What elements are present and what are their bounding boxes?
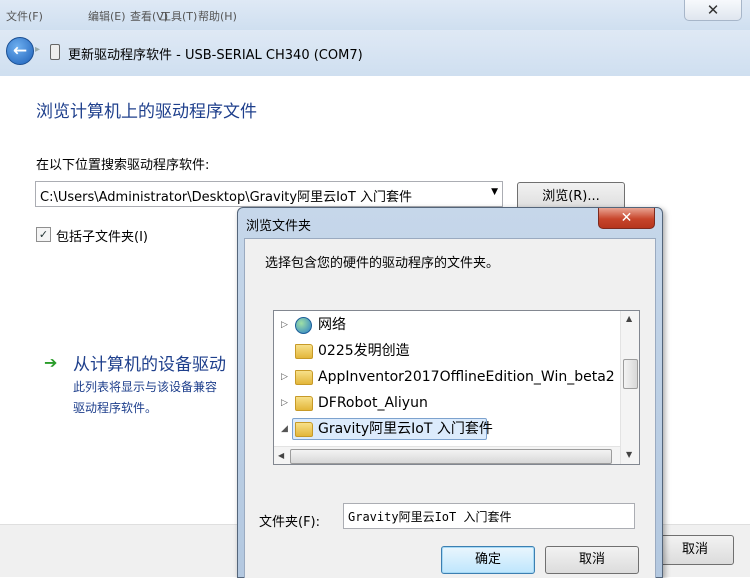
folder-icon	[295, 370, 313, 385]
dialog-body: 选择包含您的硬件的驱动程序的文件夹。 ▷ 网络 0225发明创造 ▷ AppIn…	[244, 238, 656, 578]
folder-icon	[295, 344, 313, 359]
dialog-title: 浏览文件夹	[246, 219, 312, 234]
pick-description-line-1: 此列表将显示与该设备兼容	[73, 380, 218, 394]
expand-arrow-icon[interactable]: ▷	[281, 314, 288, 336]
expand-arrow-icon[interactable]: ▷	[281, 366, 288, 388]
close-icon[interactable]: ✕	[684, 0, 742, 21]
tree-node-label: Gravity阿里云IoT 入门套件	[318, 421, 493, 437]
dialog-close-icon[interactable]: ✕	[598, 208, 655, 229]
scroll-up-icon[interactable]: ▲	[626, 314, 632, 323]
tree-node-label: 0225发明创造	[318, 343, 410, 359]
scroll-left-icon[interactable]: ◀	[278, 451, 284, 460]
folder-field-label: 文件夹(F):	[259, 515, 321, 530]
dialog-instruction: 选择包含您的硬件的驱动程序的文件夹。	[265, 256, 500, 271]
wizard-title: 更新驱动程序软件 - USB-SERIAL CH340 (COM7)	[68, 48, 363, 63]
search-location-label: 在以下位置搜索驱动程序软件:	[36, 158, 210, 173]
browse-folder-dialog: 浏览文件夹 ✕ 选择包含您的硬件的驱动程序的文件夹。 ▷ 网络 0225发明创造…	[237, 207, 663, 578]
tree-node-folder[interactable]: ▷ DFRobot_Aliyun	[274, 392, 614, 414]
vertical-scrollbar[interactable]: ▲ ▼	[620, 311, 639, 464]
tree-node-label: 网络	[318, 317, 346, 333]
vertical-scroll-thumb[interactable]	[623, 359, 638, 389]
forward-arrow-icon: ▸	[35, 44, 41, 55]
dialog-cancel-button[interactable]: 取消	[545, 546, 639, 574]
pick-from-list-link[interactable]: 从计算机的设备驱动	[73, 350, 226, 375]
tree-node-folder[interactable]: ▷ AppInventor2017OfflineEdition_Win_beta…	[274, 366, 615, 388]
folder-icon	[295, 396, 313, 411]
dropdown-arrow-icon[interactable]: ▼	[491, 187, 498, 197]
scroll-down-icon[interactable]: ▼	[626, 450, 632, 459]
pick-description-line-2: 驱动程序软件。	[73, 401, 158, 415]
include-subfolders-label[interactable]: 包括子文件夹(I)	[56, 226, 148, 245]
tree-node-label: AppInventor2017OfflineEdition_Win_beta2	[318, 369, 615, 385]
menu-help[interactable]: 帮助(H)	[198, 8, 237, 24]
page-title: 浏览计算机上的驱动程序文件	[36, 102, 257, 122]
search-path-combobox[interactable]: C:\Users\Administrator\Desktop\Gravity阿里…	[35, 181, 503, 207]
folder-name-input[interactable]: Gravity阿里云IoT 入门套件	[343, 503, 635, 529]
wizard-cancel-button[interactable]: 取消	[656, 535, 734, 565]
horizontal-scroll-thumb[interactable]	[290, 449, 612, 464]
tree-node-folder-selected[interactable]: ◢ Gravity阿里云IoT 入门套件	[274, 418, 614, 440]
tree-node-network[interactable]: ▷ 网络	[274, 314, 614, 336]
expand-arrow-icon[interactable]: ▷	[281, 392, 288, 414]
ok-button[interactable]: 确定	[441, 546, 535, 574]
tree-node-folder[interactable]: 0225发明创造	[274, 340, 614, 362]
horizontal-scrollbar[interactable]: ◀	[274, 446, 620, 464]
menu-edit[interactable]: 编辑(E)	[88, 8, 126, 24]
search-path-value: C:\Users\Administrator\Desktop\Gravity阿里…	[40, 190, 412, 205]
menu-file[interactable]: 文件(F)	[6, 8, 43, 24]
network-globe-icon	[295, 317, 312, 334]
back-arrow-icon[interactable]: ←	[6, 37, 34, 65]
include-subfolders-checkbox[interactable]: ✓	[36, 227, 51, 242]
folder-name-value: Gravity阿里云IoT 入门套件	[348, 510, 512, 524]
tree-node-label: DFRobot_Aliyun	[318, 395, 428, 411]
usb-device-icon	[50, 44, 60, 60]
menu-tools[interactable]: 工具(T)	[160, 8, 197, 24]
green-arrow-icon: ➔	[44, 353, 58, 372]
folder-tree[interactable]: ▷ 网络 0225发明创造 ▷ AppInventor2017OfflineEd…	[273, 310, 640, 465]
collapse-arrow-icon[interactable]: ◢	[281, 418, 288, 440]
folder-icon	[295, 422, 313, 437]
